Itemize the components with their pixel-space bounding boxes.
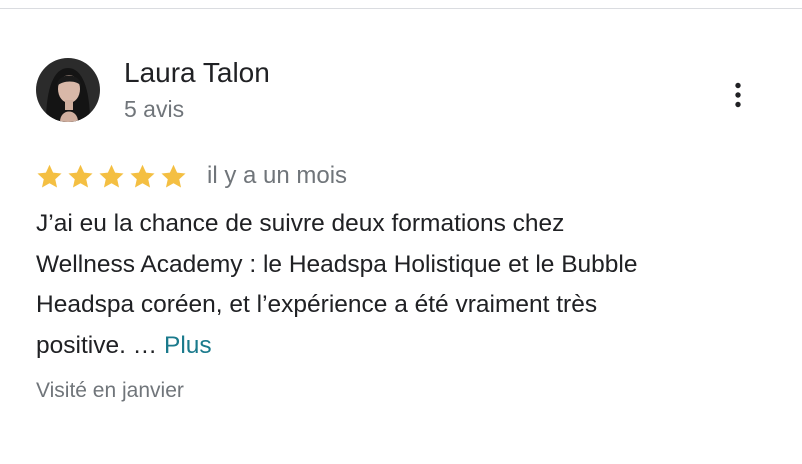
star-icon	[68, 164, 93, 188]
star-icon	[161, 164, 186, 188]
review-count: 5 avis	[124, 96, 185, 122]
star-rating	[36, 161, 191, 191]
review-text: J’ai eu la chance de suivre deux formati…	[36, 204, 766, 366]
author-name[interactable]: Laura Talon	[124, 56, 270, 90]
star-icon	[99, 164, 124, 188]
star-icon	[37, 164, 62, 188]
avatar[interactable]	[36, 58, 100, 122]
review-text-line: Headspa coréen, et l’expérience a été vr…	[36, 291, 598, 318]
star-icon	[130, 164, 155, 188]
top-divider	[0, 8, 802, 9]
avatar-photo	[36, 58, 100, 122]
visit-info: Visité en janvier	[36, 379, 184, 402]
more-vert-icon	[735, 82, 741, 108]
review-text-last-line: positive. … Plus	[36, 326, 766, 367]
review-text-line: Wellness Academy : le Headspa Holistique…	[36, 250, 638, 278]
more-link[interactable]: Plus	[164, 332, 212, 359]
review-text-line: positive. …	[36, 331, 158, 359]
more-options-button[interactable]	[718, 74, 758, 116]
review-date: il y a un mois	[207, 162, 348, 189]
review-text-line: J’ai eu la chance de suivre deux formati…	[36, 210, 565, 237]
